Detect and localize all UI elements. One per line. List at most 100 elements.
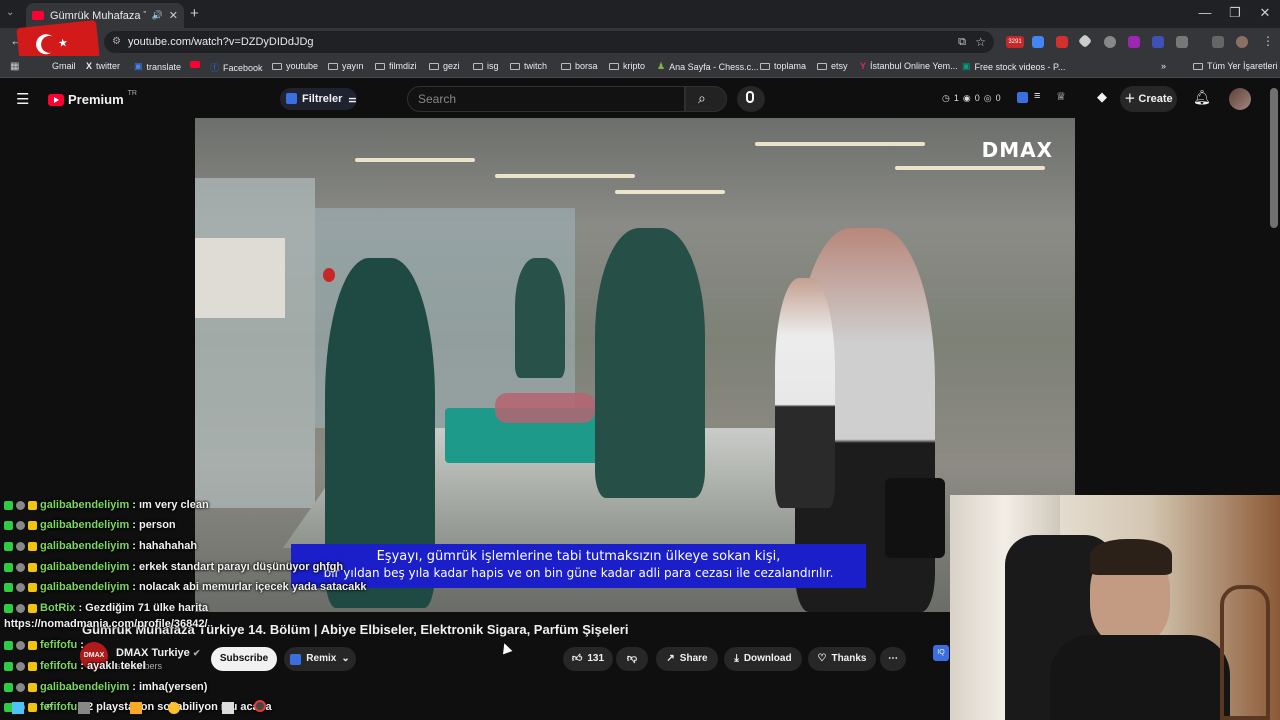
chat-message: galibabendeliyim: nolacak abi memurlar i…: [4, 581, 366, 593]
bookmark-twitch[interactable]: twitch: [510, 61, 547, 71]
download-icon: ⤓: [734, 653, 739, 664]
install-icon[interactable]: ⧉: [958, 31, 966, 53]
user-avatar[interactable]: [1229, 88, 1251, 110]
search-input[interactable]: Search: [407, 86, 685, 112]
speaker-icon[interactable]: 🔊: [152, 10, 163, 21]
translate-extension-icon[interactable]: [1032, 36, 1044, 48]
chat-message: galibabendeliyim: hahahahah: [4, 540, 197, 552]
trophy-icon[interactable]: ♕: [1056, 90, 1066, 103]
youtube-logo[interactable]: Premium TR: [48, 90, 137, 107]
bookmark-star-icon[interactable]: ☆: [975, 31, 986, 53]
taskbar-record-icon[interactable]: [254, 700, 266, 712]
profile-avatar[interactable]: [1236, 36, 1248, 48]
new-tab-button[interactable]: +: [190, 5, 199, 22]
page-scrollbar[interactable]: [1270, 88, 1278, 228]
bookmark-youtube-icon[interactable]: [190, 61, 200, 68]
ext-tool-icon[interactable]: [1017, 92, 1028, 103]
bookmark-gezi[interactable]: gezi: [429, 61, 460, 71]
extensions-puzzle-icon[interactable]: [1176, 36, 1188, 48]
bookmark-translate[interactable]: ▣ translate: [134, 61, 181, 72]
close-window-button[interactable]: ✕: [1250, 4, 1280, 22]
chat-username[interactable]: fefifofu: [40, 660, 77, 672]
bookmark-borsa[interactable]: borsa: [561, 61, 598, 71]
bookmark-filmdizi[interactable]: filmdizi: [375, 61, 417, 71]
extension-icon-7[interactable]: [1152, 36, 1164, 48]
voice-search-button[interactable]: [737, 86, 765, 112]
x-icon: X: [86, 61, 93, 71]
bookmark-kripto[interactable]: kripto: [609, 61, 645, 71]
taskbar-app-icon[interactable]: [222, 702, 234, 714]
bookmark-etsy[interactable]: etsy: [817, 61, 848, 71]
bookmark-istanbul[interactable]: Y İstanbul Online Yem...: [860, 61, 958, 71]
pexels-icon: ▣: [962, 61, 971, 71]
minimize-button[interactable]: —: [1190, 4, 1220, 22]
extension-icon-4[interactable]: [1077, 33, 1093, 49]
adblock-extension-icon[interactable]: [1056, 36, 1068, 48]
url-text: youtube.com/watch?v=DZDyDIDdJDg: [128, 36, 314, 48]
bookmark-gmail[interactable]: Gmail: [52, 61, 76, 71]
bookmark-yayin[interactable]: yayın: [328, 61, 364, 71]
bookmark-isg[interactable]: isg: [473, 61, 499, 71]
chat-bubble-icon[interactable]: ◆: [1097, 89, 1107, 105]
maximize-button[interactable]: ❐: [1220, 4, 1250, 22]
chat-message: fefifofu: ayaklı tekel: [4, 660, 146, 672]
bookmark-facebook[interactable]: ⓕ Facebook: [210, 61, 263, 74]
reading-list-icon[interactable]: [1212, 36, 1224, 48]
chat-username[interactable]: galibabendeliyim: [40, 681, 129, 693]
thanks-button[interactable]: ♡ Thanks: [808, 647, 876, 671]
windows-start-icon[interactable]: [12, 702, 24, 714]
chat-username[interactable]: BotRix: [40, 602, 75, 614]
like-button[interactable]: 👍︎ 131: [563, 647, 613, 671]
taskbar-search-icon[interactable]: ⌕: [46, 700, 52, 713]
tab-search-icon[interactable]: ⌄: [6, 7, 20, 21]
folder-icon: [473, 62, 483, 70]
extension-icon-5[interactable]: [1104, 36, 1116, 48]
chat-username[interactable]: galibabendeliyim: [40, 519, 129, 531]
bookmark-youtube[interactable]: youtube: [272, 61, 318, 71]
tab-close-icon[interactable]: ✕: [169, 9, 178, 22]
sub-badge-icon: [28, 520, 37, 530]
browser-menu-icon[interactable]: ⋮: [1262, 34, 1274, 48]
side-ext-icon[interactable]: IQ: [933, 645, 949, 661]
bookmark-twitter[interactable]: Xtwitter: [86, 61, 120, 71]
extension-badge-icon[interactable]: 3291: [1006, 36, 1024, 48]
taskbar-chrome-icon[interactable]: [168, 702, 180, 714]
list-icon[interactable]: ≡: [1034, 90, 1040, 102]
bookmark-chess[interactable]: ♟ Ana Sayfa - Chess.c...: [657, 61, 759, 72]
thumbs-up-icon: 👍︎: [571, 653, 583, 664]
hamburger-menu-icon[interactable]: ☰: [16, 90, 29, 108]
url-input[interactable]: ⚙ youtube.com/watch?v=DZDyDIDdJDg ⧉ ☆: [104, 31, 994, 53]
chat-username[interactable]: galibabendeliyim: [40, 581, 129, 593]
chat-username[interactable]: galibabendeliyim: [40, 561, 129, 573]
extension-icon-6[interactable]: [1128, 36, 1140, 48]
filter-button[interactable]: Filtreler ⚌: [280, 88, 357, 110]
site-info-icon[interactable]: ⚙: [112, 31, 121, 53]
create-button[interactable]: ＋ Create: [1120, 86, 1177, 112]
sub-badge-icon: [28, 541, 37, 551]
download-button[interactable]: ⤓ Download: [724, 647, 802, 671]
bookmark-all[interactable]: Tüm Yer İşaretleri: [1193, 61, 1278, 71]
moderator-badge-icon: [4, 520, 13, 530]
search-button[interactable]: ⌕: [685, 86, 727, 112]
chat-username[interactable]: fefifofu: [40, 639, 77, 651]
bookmarks-bar: ▦ Gmail Xtwitter ▣ translate ⓕ Facebook yo…: [0, 56, 1280, 78]
bookmarks-overflow-icon[interactable]: »: [1161, 61, 1166, 71]
left-wall-panel: [195, 178, 315, 508]
sub-badge-icon: [28, 562, 37, 572]
chat-username[interactable]: galibabendeliyim: [40, 499, 129, 511]
bookmark-stock-videos[interactable]: ▣ Free stock videos - P...: [962, 61, 1065, 72]
notifications-bell-icon[interactable]: 🔔︎: [1193, 89, 1211, 106]
more-actions-button[interactable]: ⋯: [880, 647, 906, 671]
taskbar-folder-icon[interactable]: [130, 702, 142, 714]
moderator-badge-icon: [4, 582, 13, 592]
youtube-header: ☰ Premium TR Filtreler ⚌ Search ⌕ ◷ 1 ◉ 0 …: [0, 80, 1280, 118]
dislike-button[interactable]: 👎︎: [616, 647, 648, 671]
chat-username[interactable]: galibabendeliyim: [40, 540, 129, 552]
tab-title: Gümrük Muhafaza Türkiye: [50, 9, 146, 22]
moderator-badge-icon: [4, 640, 13, 650]
ceiling-light: [355, 158, 475, 162]
share-button[interactable]: ↗ Share: [656, 647, 718, 671]
bookmark-toplama[interactable]: toplama: [760, 61, 806, 71]
apps-grid-icon[interactable]: ▦: [10, 61, 19, 72]
taskbar-app-icon[interactable]: [78, 702, 90, 714]
